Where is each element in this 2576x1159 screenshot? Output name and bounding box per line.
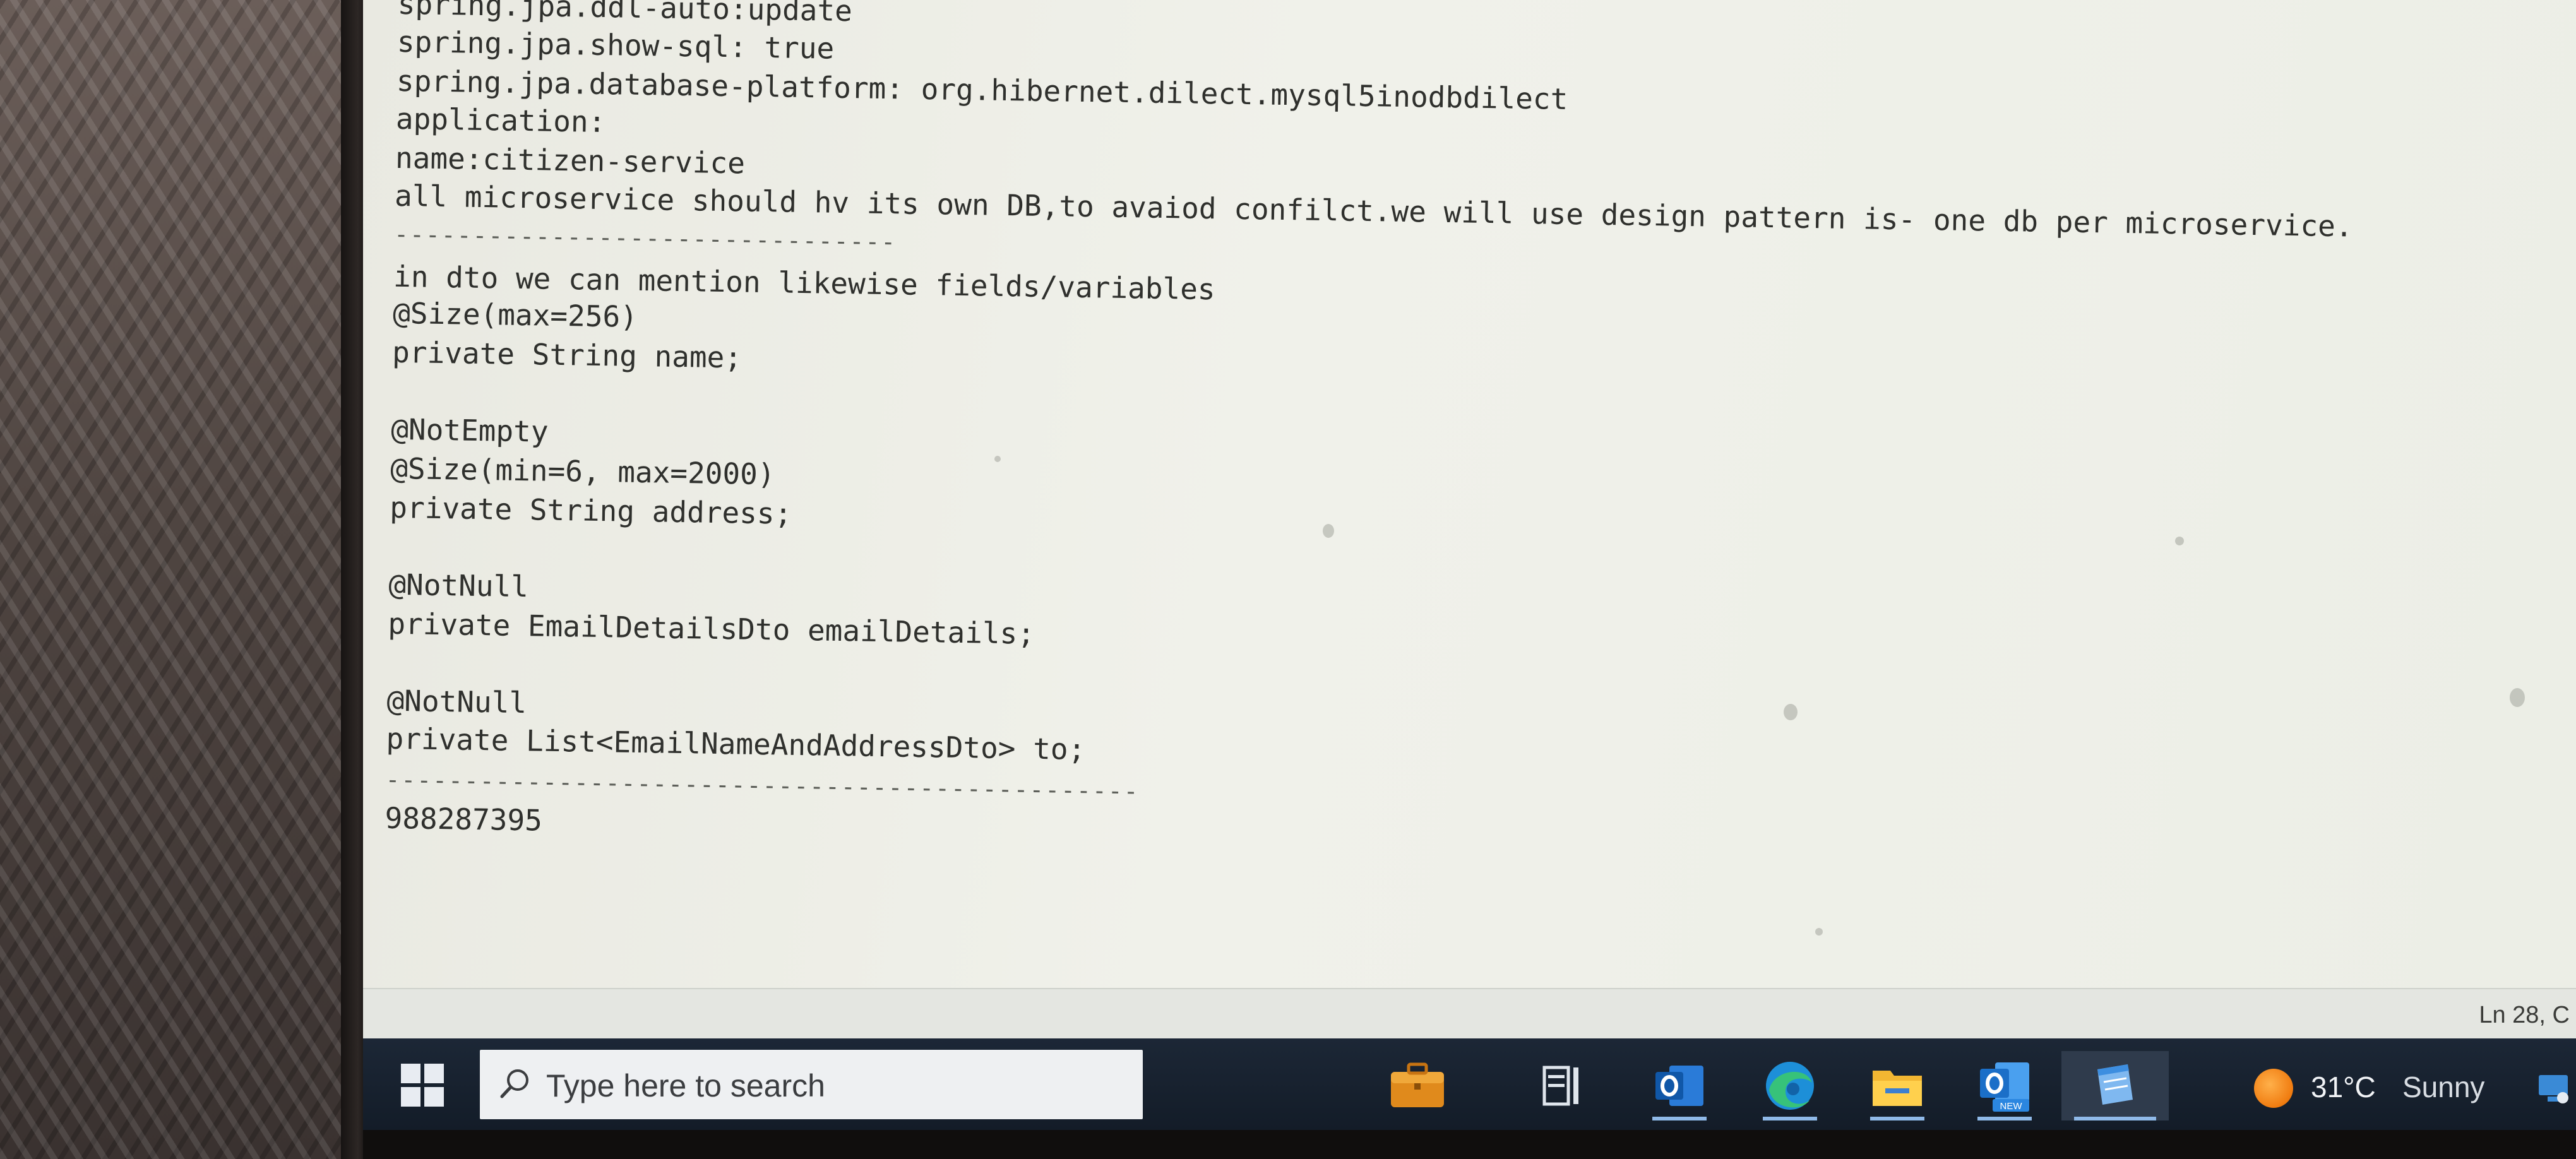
taskbar-file-explorer[interactable] <box>1863 1051 1932 1120</box>
active-indicator <box>2074 1117 2156 1120</box>
taskbar-outlook-new[interactable]: NEW <box>1970 1051 2039 1120</box>
outlook-icon <box>1655 1066 1703 1106</box>
cursor-position: Ln 28, C <box>2479 1002 2570 1028</box>
active-indicator <box>1977 1117 2032 1120</box>
editor-line-19: @NotNull <box>386 683 527 720</box>
task-view-icon <box>1542 1066 1578 1106</box>
taskbar: Type here to search NEW 31°C Sunny <box>363 1038 2576 1130</box>
editor-line-20: private List<EmailNameAndAddressDto> to; <box>386 721 1086 767</box>
dust-speck <box>1815 928 1823 936</box>
svg-text:NEW: NEW <box>2000 1101 2023 1112</box>
file-explorer-icon <box>1873 1071 1922 1106</box>
taskbar-edge[interactable] <box>1755 1051 1825 1120</box>
start-button[interactable] <box>401 1064 445 1108</box>
screen: spring.jpa.ddl-auto:update spring.jpa.sh… <box>363 0 2576 1130</box>
laptop-chin <box>363 1130 2576 1159</box>
weather-temperature[interactable]: 31°C <box>2311 1070 2376 1104</box>
editor-line-14: private String address; <box>389 490 792 531</box>
active-indicator <box>1870 1117 1924 1120</box>
editor-line-9: @Size(max=256) <box>392 295 638 334</box>
search-icon <box>500 1069 528 1098</box>
notepad-icon <box>2097 1064 2133 1105</box>
editor-separator-1: -------------------------------- <box>393 220 897 256</box>
dust-speck <box>2175 537 2184 545</box>
editor-line-17: private EmailDetailsDto emailDetails; <box>388 606 1035 651</box>
background-fabric <box>0 0 379 1159</box>
taskbar-outlook[interactable] <box>1645 1051 1714 1120</box>
active-indicator <box>1652 1117 1707 1120</box>
outlook-new-icon: NEW <box>1980 1062 2029 1112</box>
weather-condition[interactable]: Sunny <box>2402 1070 2484 1104</box>
editor-line-2: spring.jpa.show-sql: true <box>397 24 835 66</box>
edge-icon <box>1766 1062 1814 1110</box>
active-indicator <box>1763 1117 1817 1120</box>
taskbar-app-store[interactable] <box>1383 1051 1452 1120</box>
taskbar-notepad[interactable] <box>2061 1051 2169 1120</box>
network-icon[interactable] <box>2535 1070 2572 1107</box>
photo-frame: spring.jpa.ddl-auto:update spring.jpa.sh… <box>0 0 2576 1159</box>
dust-speck <box>1784 704 1798 720</box>
taskbar-task-view[interactable] <box>1528 1051 1597 1120</box>
status-bar: Ln 28, C <box>363 988 2576 1040</box>
dust-speck <box>1323 524 1334 538</box>
dust-speck <box>2510 688 2525 707</box>
taskbar-search-box[interactable]: Type here to search <box>480 1050 1143 1119</box>
editor-line-1: spring.jpa.ddl-auto:update <box>397 0 853 28</box>
editor-line-16: @NotNull <box>388 567 529 604</box>
editor-line-13: @Size(min=6, max=2000) <box>390 451 775 492</box>
sun-icon[interactable] <box>2254 1069 2293 1108</box>
editor-line-22: 988287395 <box>385 800 543 838</box>
editor-line-10: private String name; <box>391 335 742 375</box>
microsoft-store-icon <box>1391 1062 1444 1107</box>
search-placeholder: Type here to search <box>546 1068 825 1103</box>
editor-line-5: name:citizen-service <box>395 140 746 181</box>
notepad-editor[interactable]: spring.jpa.ddl-auto:update spring.jpa.sh… <box>363 0 2576 1019</box>
editor-line-12: @NotEmpty <box>390 412 549 449</box>
editor-separator-2: ----------------------------------------… <box>385 765 1140 805</box>
editor-line-4: application: <box>395 101 606 140</box>
dust-speck <box>994 456 1001 462</box>
